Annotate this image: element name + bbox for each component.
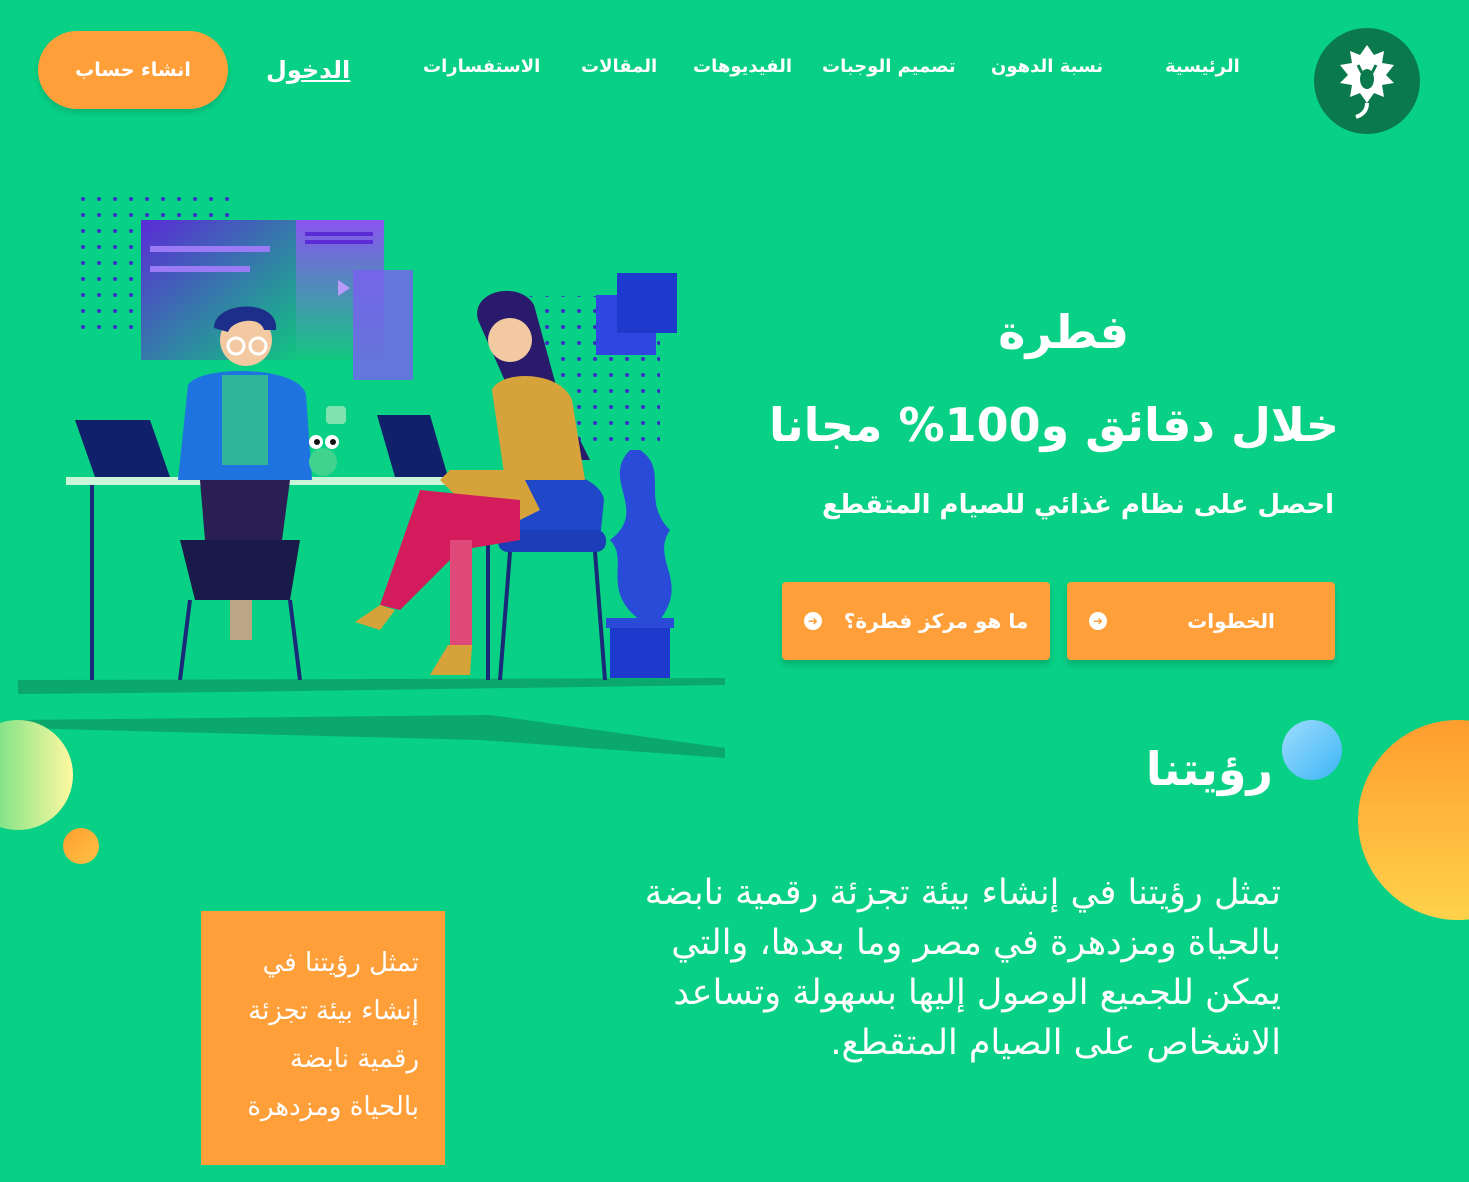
steps-button-label: الخطوات	[1187, 609, 1275, 633]
decor-circles-right	[1282, 720, 1469, 920]
hero-description: احصل على نظام غذائي للصيام المتقطع	[821, 490, 1334, 520]
vision-card-text: تمثل رؤيتنا في إنشاء بيئة تجزئة رقمية نا…	[247, 948, 419, 1122]
login-link[interactable]: الدخول	[266, 56, 350, 84]
vision-text: تمثل رؤيتنا في إنشاء بيئة تجزئة رقمية نا…	[644, 873, 1281, 1063]
nav-home[interactable]: الرئيسية	[1165, 56, 1240, 77]
screen-panel-small	[353, 270, 413, 380]
vision-title: رؤيتنا	[1145, 742, 1273, 796]
signup-button[interactable]: انشاء حساب	[38, 31, 228, 109]
nav-fat-percentage[interactable]: نسبة الدهون	[991, 56, 1103, 77]
blue-square	[617, 273, 677, 333]
about-fitra-button[interactable]: ما هو مركز فطرة؟ ➜	[782, 582, 1050, 660]
about-fitra-button-label: ما هو مركز فطرة؟	[843, 609, 1029, 633]
nav-articles[interactable]: المقالات	[581, 56, 657, 77]
arrow-left-circle-icon: ➜	[804, 612, 822, 630]
nav-meal-design[interactable]: تصميم الوجبات	[822, 56, 956, 77]
arrow-left-circle-icon: ➜	[1089, 612, 1107, 630]
decor-circles-left	[0, 720, 99, 864]
nav-inquiries[interactable]: الاستفسارات	[423, 56, 540, 77]
plant-pot	[610, 620, 670, 678]
hero-title: فطرة	[998, 305, 1129, 359]
hero-illustration	[18, 188, 725, 758]
steps-button[interactable]: الخطوات ➜	[1067, 582, 1335, 660]
vision-card: تمثل رؤيتنا في إنشاء بيئة تجزئة رقمية نا…	[201, 911, 445, 1165]
logo-icon[interactable]	[1314, 28, 1420, 134]
hero-subtitle: خلال دقائق و100% مجانا	[769, 398, 1339, 452]
nav-videos[interactable]: الفيديوهات	[693, 56, 792, 77]
